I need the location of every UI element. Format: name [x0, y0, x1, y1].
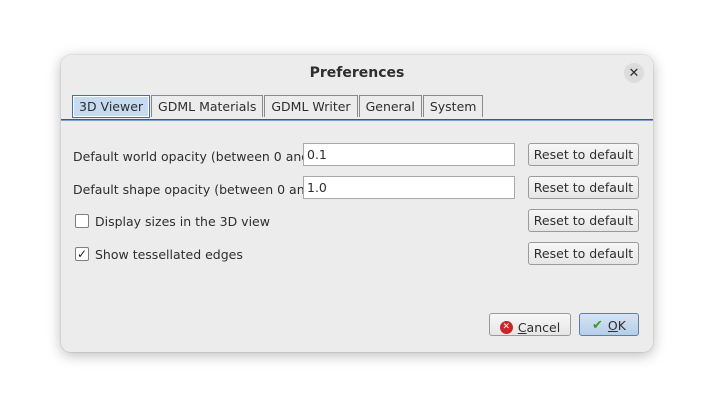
tab-gdml-materials[interactable]: GDML Materials — [151, 95, 264, 117]
cancel-label: Cancel — [517, 320, 561, 335]
close-button[interactable]: ✕ — [624, 63, 644, 83]
world-opacity-label: Default world opacity (between 0 and 1) — [73, 149, 327, 164]
cancel-button[interactable]: ✕ Cancel — [489, 313, 571, 336]
shape-opacity-label: Default shape opacity (between 0 and 1) — [73, 182, 330, 197]
cancel-circle-icon: ✕ — [499, 321, 513, 334]
dialog-title: Preferences — [309, 65, 405, 81]
reset-show-edges-button[interactable]: Reset to default — [528, 242, 639, 265]
shape-opacity-input[interactable] — [303, 176, 515, 199]
tab-general[interactable]: General — [358, 95, 422, 117]
title-bar: Preferences ✕ — [61, 55, 653, 91]
checkmark-icon: ✓ — [76, 247, 88, 261]
show-edges-label: Show tessellated edges — [95, 247, 243, 262]
tab-gdml-writer[interactable]: GDML Writer — [264, 95, 358, 117]
reset-shape-opacity-button[interactable]: Reset to default — [528, 176, 639, 199]
ok-label: OK — [607, 318, 626, 333]
reset-world-opacity-button[interactable]: Reset to default — [528, 143, 639, 166]
preferences-dialog: Preferences ✕ 3D Viewer GDML Materials G… — [61, 55, 653, 352]
tab-system[interactable]: System — [422, 95, 484, 117]
tab-bar: 3D Viewer GDML Materials GDML Writer Gen… — [72, 95, 484, 118]
world-opacity-input[interactable] — [303, 143, 515, 166]
show-edges-checkbox[interactable]: ✓ — [75, 247, 89, 261]
display-sizes-checkbox[interactable] — [75, 214, 89, 228]
check-icon: ✔ — [592, 318, 603, 333]
ok-button[interactable]: ✔ OK — [579, 313, 639, 336]
tab-3d-viewer[interactable]: 3D Viewer — [72, 95, 151, 118]
display-sizes-label: Display sizes in the 3D view — [95, 214, 270, 229]
tab-divider — [61, 119, 653, 121]
reset-display-sizes-button[interactable]: Reset to default — [528, 209, 639, 232]
close-icon: ✕ — [628, 65, 640, 81]
